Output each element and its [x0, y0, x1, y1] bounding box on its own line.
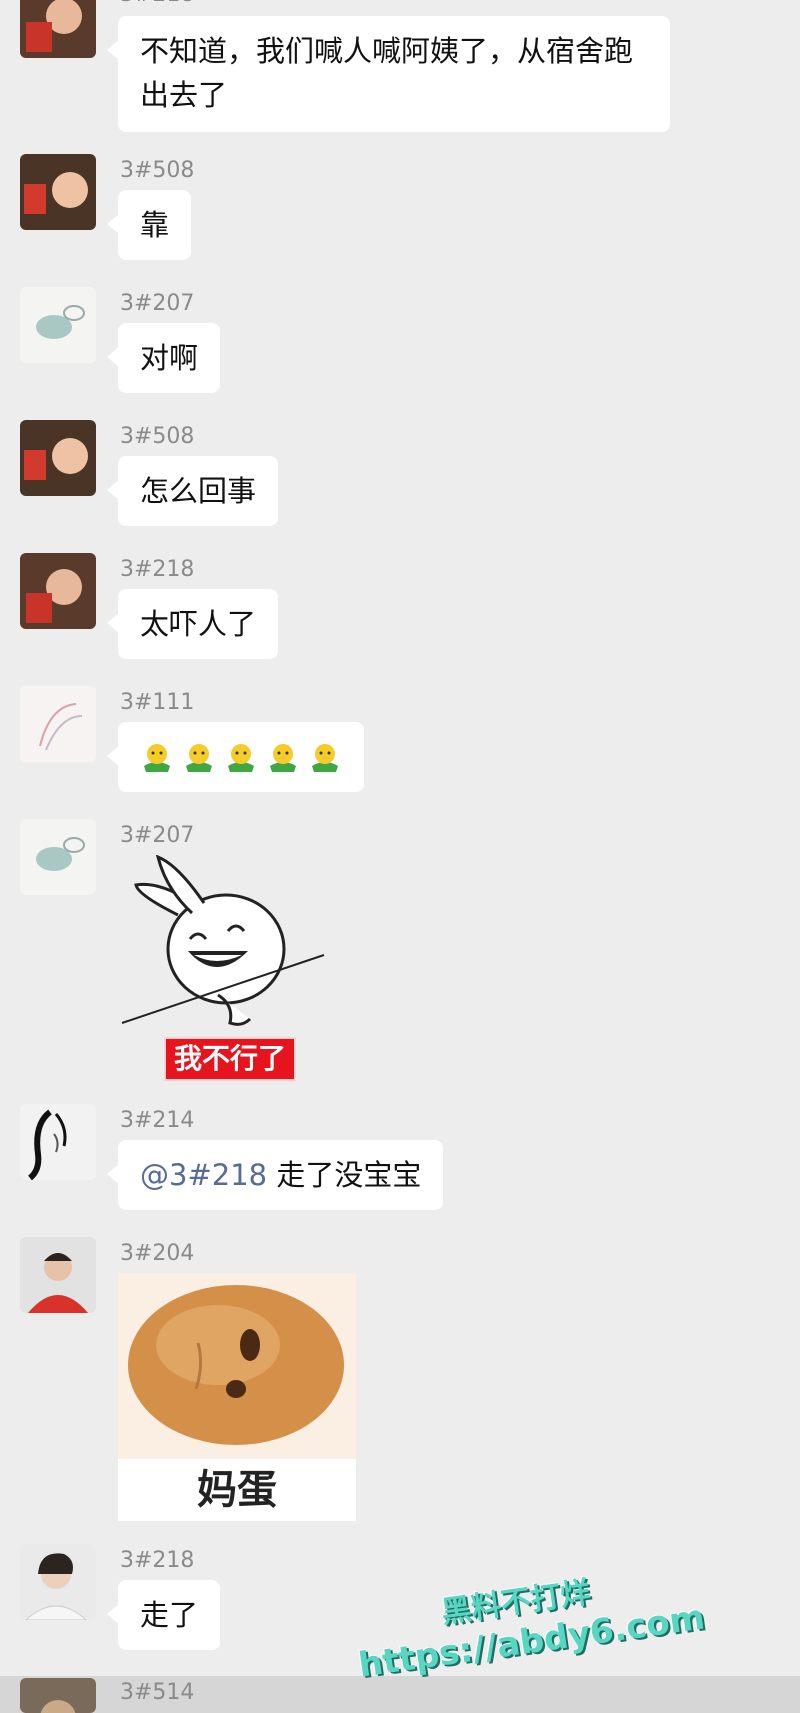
sticker-caption: 我不行了	[164, 1037, 297, 1081]
rabbit-sticker[interactable]: 我不行了	[118, 855, 348, 1081]
sender-name: 3#218	[120, 1548, 195, 1573]
avatar[interactable]	[20, 1544, 96, 1620]
face-emoji-icon	[312, 744, 338, 772]
sender-name: 3#218	[120, 557, 195, 582]
avatar[interactable]	[20, 154, 96, 230]
message-text: 不知道，我们喊人喊阿姨了，从宿舍跑出去了	[140, 34, 634, 112]
avatar[interactable]	[20, 686, 96, 762]
message-text: 走了	[140, 1598, 199, 1632]
avatar[interactable]	[20, 1678, 96, 1713]
message-bubble[interactable]	[107, 722, 364, 792]
face-emoji-icon	[270, 744, 296, 772]
message-text: 怎么回事	[140, 474, 257, 508]
sender-name: 3#508	[120, 158, 195, 183]
avatar[interactable]	[20, 287, 96, 363]
avatar[interactable]	[20, 1104, 96, 1180]
avatar[interactable]	[20, 1237, 96, 1313]
sticker-caption: 妈蛋	[118, 1459, 356, 1521]
face-emoji-icon	[186, 744, 212, 772]
sender-name: 3#218	[120, 0, 194, 8]
message-text: 对啊	[140, 341, 199, 375]
sender-name: 3#204	[120, 1241, 195, 1266]
message-bubble[interactable]: 不知道，我们喊人喊阿姨了，从宿舍跑出去了	[107, 16, 670, 132]
message-text: 靠	[140, 208, 170, 242]
message-bubble[interactable]: 靠	[106, 190, 192, 260]
emoji-row	[140, 735, 342, 779]
laughing-rabbit-icon	[121, 855, 325, 1026]
sender-name: 3#207	[120, 291, 195, 316]
message-bubble[interactable]: 太吓人了	[106, 589, 279, 659]
message-bubble[interactable]: 走了	[106, 1580, 221, 1650]
message-bubble[interactable]: 对啊	[106, 323, 221, 393]
mention-link[interactable]: @3#218	[140, 1158, 267, 1192]
message-bubble[interactable]: @3#218 走了没宝宝	[106, 1140, 444, 1210]
sender-name: 3#508	[120, 424, 195, 449]
sender-name: 3#207	[120, 823, 195, 848]
egg-face-icon	[118, 1273, 356, 1463]
message-bubble[interactable]: 怎么回事	[106, 456, 279, 526]
egg-sticker[interactable]: 妈蛋	[118, 1273, 356, 1521]
avatar[interactable]	[20, 553, 96, 629]
face-emoji-icon	[228, 744, 254, 772]
face-emoji-icon	[144, 744, 170, 772]
sender-name: 3#214	[120, 1108, 195, 1133]
message-text: 走了没宝宝	[267, 1158, 422, 1192]
avatar[interactable]	[20, 420, 96, 496]
sender-name: 3#111	[120, 690, 195, 715]
chat-transcript: 3#218 不知道，我们喊人喊阿姨了，从宿舍跑出去了 3#508 靠 3#207…	[0, 0, 800, 1713]
avatar[interactable]	[20, 0, 96, 58]
sender-name: 3#514	[120, 1680, 195, 1705]
message-text: 太吓人了	[140, 607, 257, 641]
avatar[interactable]	[20, 819, 96, 895]
